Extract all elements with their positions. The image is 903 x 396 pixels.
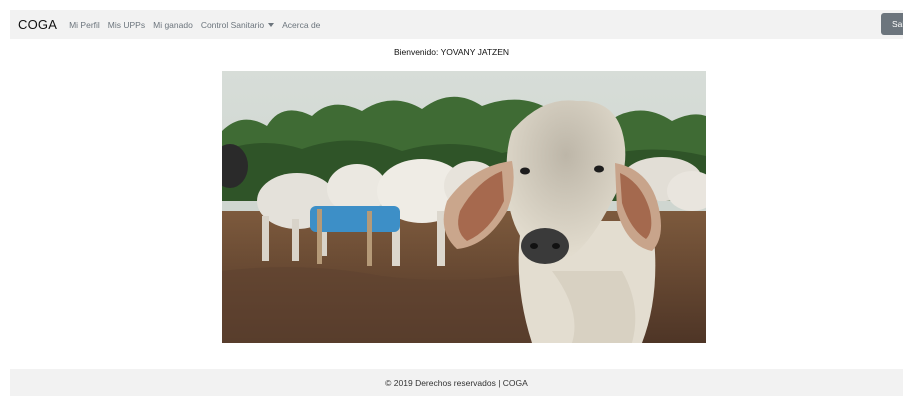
nav-item-mi-ganado[interactable]: Mi ganado (153, 20, 193, 30)
caret-down-icon (268, 22, 275, 27)
nav-item-mi-perfil[interactable]: Mi Perfil (69, 20, 100, 30)
logout-button-label: Salir (891, 19, 903, 29)
brand-logo[interactable]: COGA (18, 17, 57, 32)
cattle-illustration (222, 71, 706, 343)
footer: © 2019 Derechos reservados | COGA (10, 369, 903, 396)
nav-item-mis-upps[interactable]: Mis UPPs (108, 20, 145, 30)
footer-copyright: © 2019 Derechos reservados | COGA (385, 377, 528, 388)
nav-dropdown-label: Control Sanitario (200, 19, 265, 30)
nav-item-acerca-de[interactable]: Acerca de (282, 20, 320, 30)
hero-cattle-image (222, 71, 706, 343)
welcome-message: Bienvenido: YOVANY JATZEN (393, 47, 510, 57)
logout-button[interactable]: Salir (881, 13, 903, 35)
top-navbar: COGA Mi Perfil Mis UPPs Mi ganado Contro… (10, 10, 903, 39)
nav-dropdown-control-sanitario[interactable]: Control Sanitario (200, 19, 275, 30)
